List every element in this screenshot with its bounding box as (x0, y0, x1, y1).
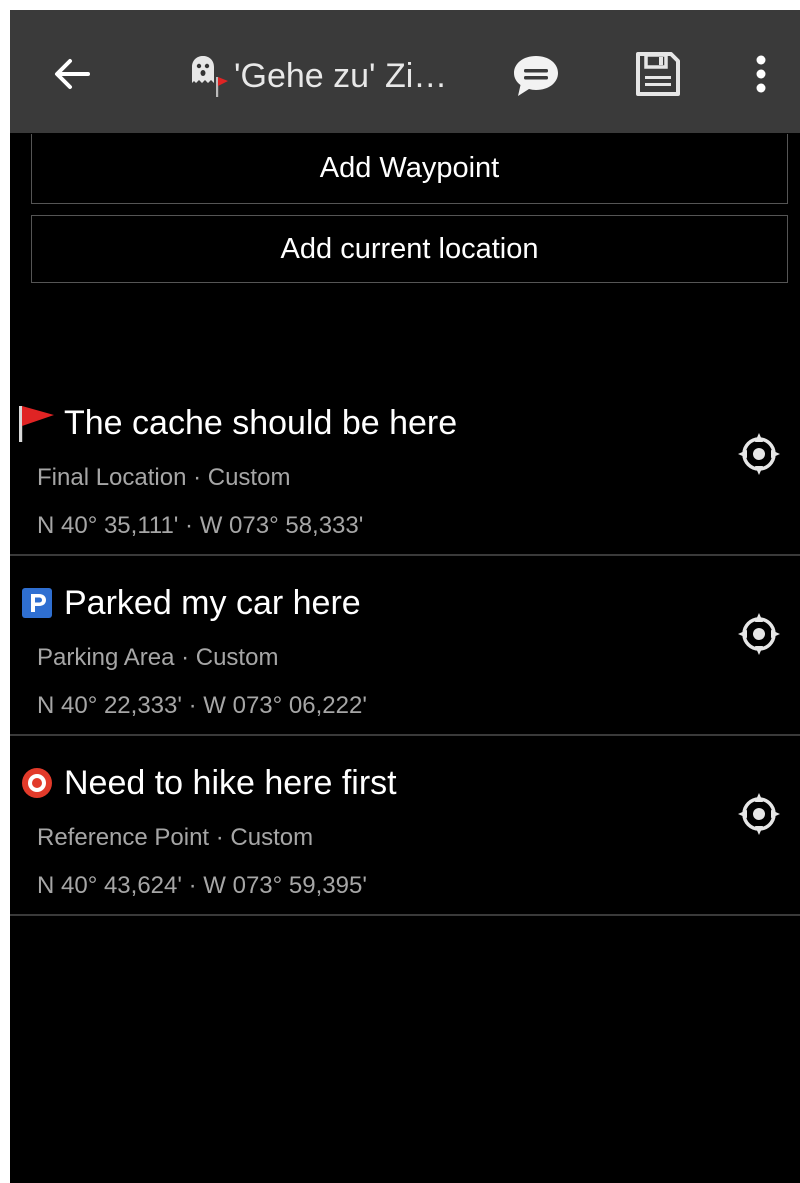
waypoint-title-row: Need to hike here first (16, 762, 397, 804)
back-button[interactable] (38, 42, 106, 106)
waypoint-type: Reference Point · Custom (37, 824, 314, 851)
waypoint-title: Parked my car here (64, 583, 361, 622)
add-waypoint-button[interactable]: Add Waypoint (31, 134, 788, 204)
chat-bubble-icon (514, 56, 558, 96)
waypoint-list-item[interactable]: Parked my car here Parking Area · Custom… (10, 556, 800, 736)
more-vertical-icon (756, 55, 766, 93)
navigate-button[interactable] (735, 430, 783, 478)
app-screen: 'Gehe zu' Zi… Add Waypoint Add current l… (10, 10, 800, 1183)
back-arrow-icon (55, 59, 90, 89)
waypoint-coordinates: N 40° 43,624' · W 073° 59,395' (37, 872, 367, 899)
parking-icon (16, 582, 58, 624)
top-app-bar: 'Gehe zu' Zi… (10, 10, 800, 133)
log-visit-button[interactable] (504, 44, 568, 108)
save-icon (636, 52, 680, 96)
ghost-cache-icon (186, 53, 232, 99)
red-flag-icon (16, 402, 58, 444)
cache-title: 'Gehe zu' Zi… (234, 56, 448, 95)
waypoint-title: The cache should be here (64, 403, 458, 442)
waypoint-title-row: Parked my car here (16, 582, 361, 624)
add-current-location-button[interactable]: Add current location (31, 215, 788, 283)
waypoint-list-item[interactable]: The cache should be here Final Location … (10, 376, 800, 556)
app-bar-title[interactable]: 'Gehe zu' Zi… (186, 48, 486, 104)
navigate-crosshair-icon (738, 793, 780, 835)
navigate-crosshair-icon (738, 613, 780, 655)
save-button[interactable] (626, 42, 690, 106)
waypoint-type: Final Location · Custom (37, 464, 291, 491)
navigate-crosshair-icon (738, 433, 780, 475)
waypoint-coordinates: N 40° 35,111' · W 073° 58,333' (37, 512, 364, 539)
waypoint-coordinates: N 40° 22,333' · W 073° 06,222' (37, 692, 367, 719)
waypoint-title: Need to hike here first (64, 763, 397, 802)
reference-point-icon (16, 762, 58, 804)
waypoint-title-row: The cache should be here (16, 402, 457, 444)
navigate-button[interactable] (735, 610, 783, 658)
waypoint-type: Parking Area · Custom (37, 644, 279, 671)
navigate-button[interactable] (735, 790, 783, 838)
overflow-menu-button[interactable] (736, 42, 786, 106)
waypoint-list-item[interactable]: Need to hike here first Reference Point … (10, 736, 800, 916)
